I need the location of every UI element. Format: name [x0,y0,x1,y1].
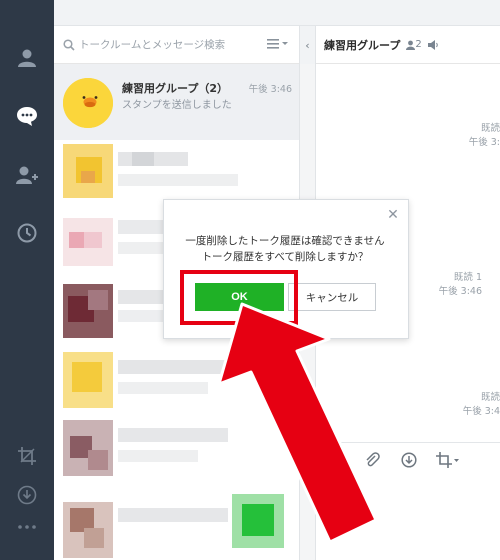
member-count[interactable]: 2 [406,39,422,50]
read-status: 既読 [480,392,500,403]
crop-icon[interactable] [0,441,54,471]
dialog-message: 一度削除したトーク履歴は確認できません トーク履歴をすべて削除しますか？ [172,233,398,265]
chat-header: 練習用グループ 2 [316,26,500,64]
attach-icon[interactable] [364,452,380,472]
more-icon[interactable] [0,512,54,542]
highlight-box [180,270,298,325]
chat-time: 午後 3:46 [248,84,292,95]
member-count-value: 2 [415,39,422,50]
user-icon[interactable] [0,43,54,73]
message-input[interactable] [316,476,500,560]
list-item[interactable] [54,420,300,484]
download-icon[interactable] [0,480,54,510]
chat-name: 練習用グループ（2） [122,82,228,95]
window-top-bar [54,0,500,26]
list-item[interactable]: 練習用グループ（2） 午後 3:46 スタンプを送信しました [54,64,300,140]
avatar [63,78,113,128]
cancel-button[interactable]: キャンセル [288,283,376,311]
text-caret [324,484,325,498]
close-icon[interactable]: ✕ [385,207,401,223]
search-icon [62,38,76,52]
read-status: 既読 1 [453,272,482,283]
list-item[interactable] [54,494,300,558]
crop-icon[interactable] [436,452,460,472]
add-friend-icon[interactable] [0,160,54,190]
message-time: 午後 3: [468,137,500,148]
search-bar[interactable]: トークルームとメッセージ検索 [54,26,300,64]
chevron-left-icon: ‹ [305,38,310,52]
download-icon[interactable] [401,452,417,472]
chat-preview: スタンプを送信しました [122,100,232,111]
input-toolbar [316,442,500,476]
search-input[interactable]: トークルームとメッセージ検索 [79,37,225,52]
list-menu-icon[interactable] [267,39,289,49]
left-navigation [0,0,54,560]
list-item[interactable] [54,352,300,416]
speaker-icon[interactable] [427,39,439,50]
collapse-list-button[interactable]: ‹ [299,26,316,64]
read-status: 既読 [480,123,500,134]
message-time: 午後 3:4 [462,406,500,417]
chat-title: 練習用グループ [324,38,401,52]
message-time: 午後 3:46 [438,286,482,297]
chat-icon[interactable] [0,101,54,131]
dialog-message-line: 一度削除したトーク履歴は確認できません [185,235,385,247]
emoji-icon[interactable] [328,452,344,472]
members-icon [406,40,416,50]
clock-icon[interactable] [0,218,54,248]
dialog-message-line: トーク履歴をすべて削除しますか？ [201,251,369,263]
